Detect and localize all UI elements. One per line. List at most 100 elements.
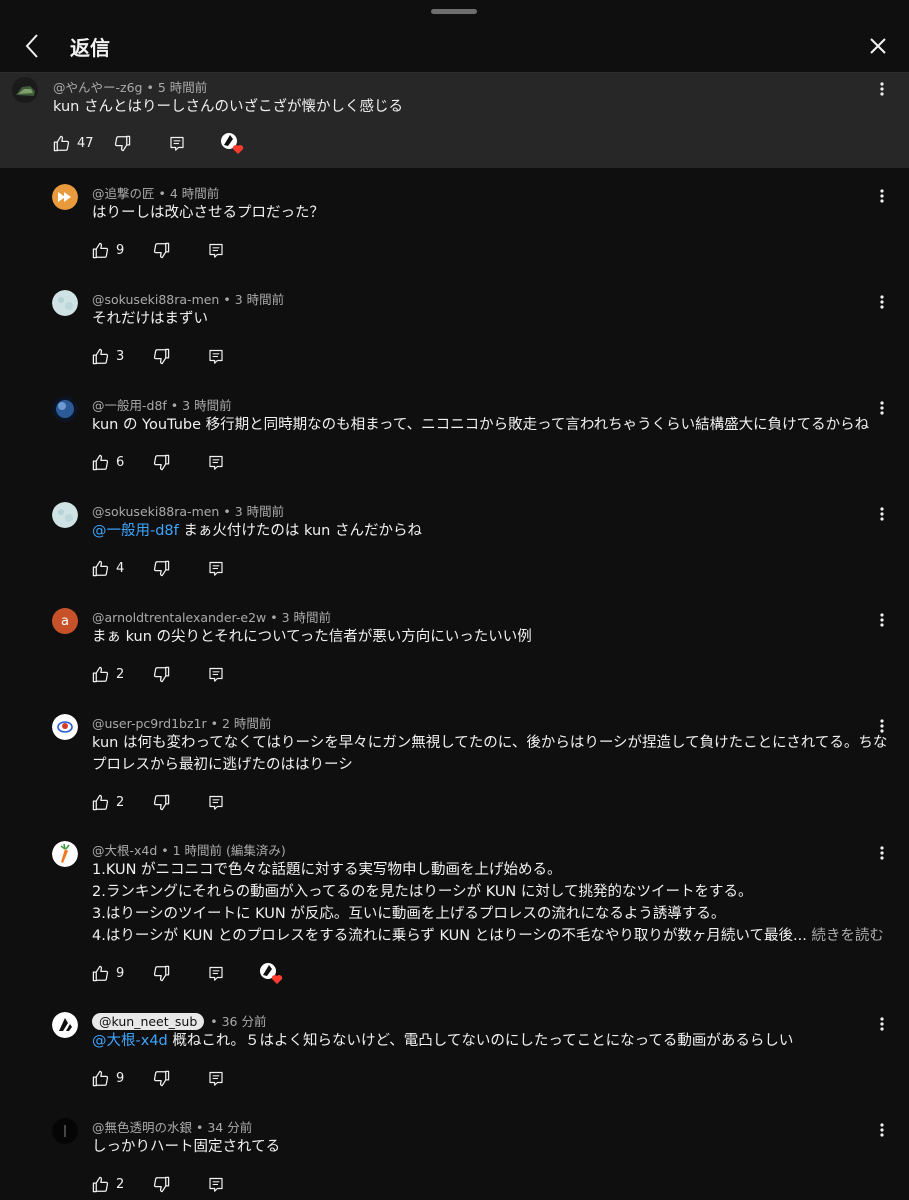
reply-button[interactable] <box>208 790 224 814</box>
avatar[interactable] <box>52 184 78 210</box>
comment-actions: 47 <box>53 131 273 155</box>
reply-icon <box>209 561 223 576</box>
creator-heart-icon <box>260 963 283 984</box>
avatar[interactable] <box>52 1012 78 1038</box>
reply-button[interactable] <box>208 344 224 368</box>
comment-actions: 4 <box>92 556 312 580</box>
like-button[interactable]: 2 <box>92 1172 124 1196</box>
like-button[interactable]: 3 <box>92 344 124 368</box>
comment-text-line: 4.はりーシが KUN とのプロレスをする流れに乗らず KUN とはりーシの不毛… <box>92 925 884 947</box>
more-button[interactable] <box>872 1014 892 1034</box>
like-button[interactable]: 9 <box>92 238 124 262</box>
more-vert-icon <box>880 82 884 96</box>
close-button[interactable] <box>860 28 896 64</box>
like-button[interactable]: 6 <box>92 450 124 474</box>
avatar[interactable] <box>52 1118 78 1144</box>
read-more-link[interactable]: 続きを読む <box>807 928 884 944</box>
like-count: 6 <box>116 454 125 470</box>
replies-panel: { "header": { "title": "返信" }, "parent":… <box>0 0 909 1200</box>
comment-handle[interactable]: @やんやー-z6g <box>53 80 142 95</box>
comment-handle[interactable]: @sokuseki88ra-men <box>92 292 219 307</box>
header: 返信 <box>0 20 909 72</box>
like-button[interactable]: 4 <box>92 556 124 580</box>
dislike-button[interactable] <box>153 450 170 474</box>
comment-time: 34 分前 <box>207 1120 253 1135</box>
more-button[interactable] <box>872 79 892 99</box>
like-button[interactable]: 47 <box>53 131 94 155</box>
comment-time: 36 分前 <box>221 1014 267 1029</box>
reply-button[interactable] <box>208 238 224 262</box>
avatar[interactable] <box>52 290 78 316</box>
comment-text-span: それだけはまずい <box>92 311 208 327</box>
more-vert-icon <box>880 189 884 203</box>
comment-actions: 2 <box>92 662 312 686</box>
dislike-button[interactable] <box>153 344 170 368</box>
more-button[interactable] <box>872 716 892 736</box>
more-button[interactable] <box>872 292 892 312</box>
dislike-button[interactable] <box>114 131 131 155</box>
thumb-down-icon <box>153 242 170 258</box>
avatar-letter: a <box>61 613 69 629</box>
more-button[interactable] <box>872 398 892 418</box>
reply-button[interactable] <box>208 1172 224 1196</box>
mention-link[interactable]: @大根-x4d <box>92 1033 168 1049</box>
comment-text-line: 2.ランキングにそれらの動画が入ってるのを見たはりーシが KUN に対して挑発的… <box>92 881 884 903</box>
dislike-button[interactable] <box>153 556 170 580</box>
avatar[interactable]: a <box>52 608 78 634</box>
more-vert-icon <box>880 719 884 733</box>
reply-button[interactable] <box>208 1066 224 1090</box>
back-button[interactable] <box>14 28 50 64</box>
like-button[interactable]: 9 <box>92 961 124 985</box>
like-button[interactable]: 2 <box>92 790 124 814</box>
avatar[interactable] <box>52 396 78 422</box>
dislike-button[interactable] <box>153 1066 170 1090</box>
dislike-button[interactable] <box>153 1172 170 1196</box>
dislike-button[interactable] <box>153 961 170 985</box>
comment-text: kun の YouTube 移行期と同時期なのも相まって、ニコニコから敗走って言… <box>92 414 869 436</box>
meta-separator: • <box>192 1120 208 1135</box>
more-button[interactable] <box>872 504 892 524</box>
comment-text-line: はりーしは改心させるプロだった？ <box>92 202 324 224</box>
comment-handle[interactable]: @sokuseki88ra-men <box>92 504 219 519</box>
comment-handle[interactable]: @user-pc9rd1bz1r <box>92 716 207 731</box>
reply-icon <box>170 136 184 151</box>
avatar[interactable] <box>52 841 78 867</box>
comment-time: 3 時間前 <box>182 398 232 413</box>
reply-button[interactable] <box>208 556 224 580</box>
sheet-grabber[interactable] <box>431 9 477 14</box>
dislike-button[interactable] <box>153 238 170 262</box>
reply-button[interactable] <box>208 450 224 474</box>
comment-time: 3 時間前 <box>281 610 332 625</box>
reply-icon <box>209 455 223 470</box>
avatar[interactable] <box>52 502 78 528</box>
like-count: 9 <box>116 1070 125 1086</box>
mention-link[interactable]: @一般用-d8f <box>92 523 179 539</box>
meta-separator: • <box>154 186 170 201</box>
reply-button[interactable] <box>208 961 224 985</box>
comment-handle[interactable]: @arnoldtrentalexander-e2w <box>92 610 266 625</box>
more-button[interactable] <box>872 610 892 630</box>
creator-heart <box>258 961 284 985</box>
avatar[interactable] <box>12 77 38 103</box>
reply-button[interactable] <box>208 662 224 686</box>
comment-handle[interactable]: @kun_neet_sub <box>92 1013 205 1030</box>
meta-separator: • <box>219 504 235 519</box>
comment-handle[interactable]: @一般用-d8f <box>92 398 167 413</box>
more-button[interactable] <box>872 1120 892 1140</box>
comment-actions: 2 <box>92 1172 312 1196</box>
more-button[interactable] <box>872 843 892 863</box>
reply-button[interactable] <box>169 131 185 155</box>
comment-text: 1.KUN がニコニコで色々な話題に対する実写物申し動画を上げ始める。 2.ランキ… <box>92 859 884 947</box>
comment-handle[interactable]: @無色透明の水銀 <box>92 1120 192 1135</box>
comment-time: 5 時間前 <box>157 80 208 95</box>
comment-handle[interactable]: @大根-x4d <box>92 843 157 858</box>
like-button[interactable]: 9 <box>92 1066 124 1090</box>
avatar[interactable] <box>52 714 78 740</box>
comment-meta: @kun_neet_sub • 36 分前 <box>92 1011 267 1030</box>
more-button[interactable] <box>872 186 892 206</box>
like-button[interactable]: 2 <box>92 662 124 686</box>
comment-text-span: 2.ランキングにそれらの動画が入ってるのを見たはりーシが KUN に対して挑発的… <box>92 884 753 900</box>
dislike-button[interactable] <box>153 662 170 686</box>
comment-handle[interactable]: @追撃の匠 <box>92 186 155 201</box>
dislike-button[interactable] <box>153 790 170 814</box>
